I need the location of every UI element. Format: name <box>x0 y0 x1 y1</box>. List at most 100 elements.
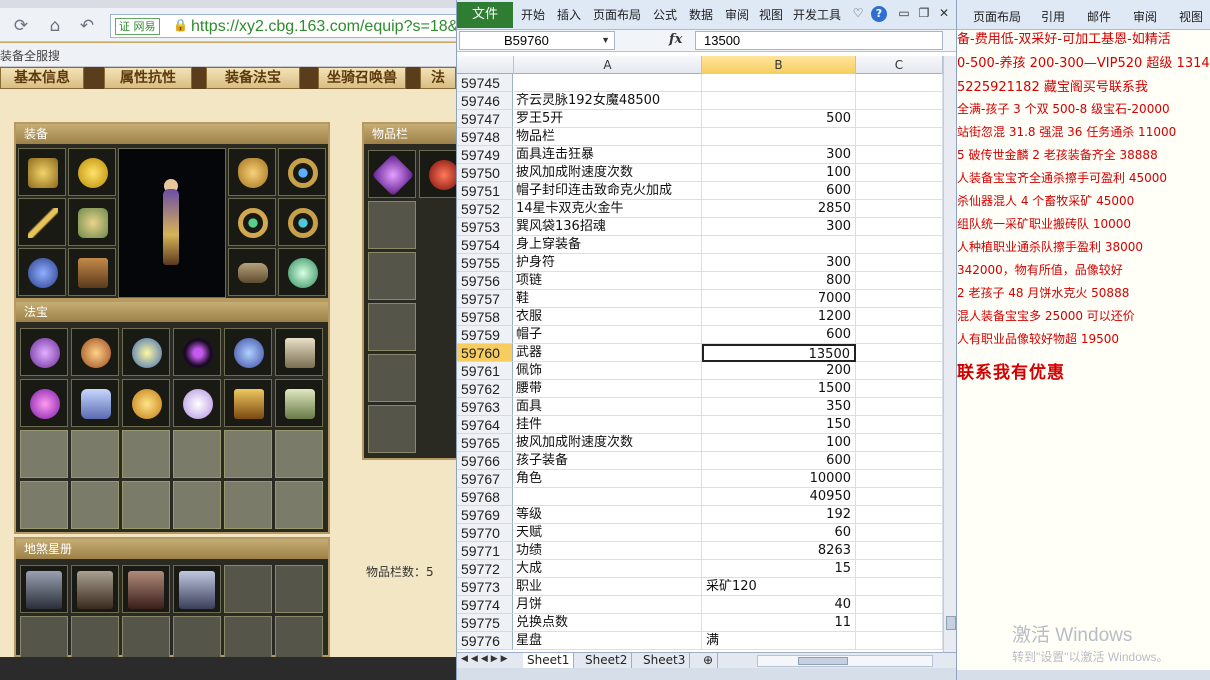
row-header[interactable]: 59753 <box>457 218 513 236</box>
cell-b[interactable]: 采矿120 <box>702 578 856 596</box>
word-tab-review[interactable]: 审阅 <box>1133 8 1157 25</box>
row-header[interactable]: 59759 <box>457 326 513 344</box>
fabao-slot-empty[interactable] <box>71 481 119 529</box>
tab-review[interactable]: 审阅 <box>725 6 749 23</box>
cell-b[interactable]: 2850 <box>702 200 856 218</box>
row-header[interactable]: 59776 <box>457 632 513 650</box>
tab-mounts[interactable]: 坐骑召唤兽 <box>318 67 406 89</box>
fabao-slot[interactable] <box>224 328 272 376</box>
cell-b[interactable]: 60 <box>702 524 856 542</box>
cell-b[interactable] <box>702 74 856 92</box>
cell-c[interactable] <box>856 200 943 218</box>
cell-c[interactable] <box>856 308 943 326</box>
cell-c[interactable] <box>856 254 943 272</box>
fabao-slot-empty[interactable] <box>224 430 272 478</box>
fabao-slot[interactable] <box>122 328 170 376</box>
cell-c[interactable] <box>856 524 943 542</box>
minimize-icon[interactable]: ▭ <box>897 6 911 22</box>
cell-b[interactable]: 600 <box>702 452 856 470</box>
equip-slot-ring-2[interactable] <box>278 198 326 246</box>
fabao-slot[interactable] <box>122 379 170 427</box>
row-header[interactable]: 59761 <box>457 362 513 380</box>
cell-a[interactable]: 星盘 <box>514 632 702 650</box>
cell-c[interactable] <box>856 362 943 380</box>
cell-b[interactable]: 200 <box>702 362 856 380</box>
bag-slot-empty[interactable] <box>368 252 416 300</box>
equip-slot-boots[interactable] <box>68 248 116 296</box>
cell-b[interactable]: 100 <box>702 434 856 452</box>
cell-a[interactable] <box>514 488 702 506</box>
tab-home[interactable]: 开始 <box>521 6 545 23</box>
cell-b[interactable]: 500 <box>702 110 856 128</box>
equip-slot-mask[interactable] <box>228 148 276 196</box>
equip-slot-pendant[interactable] <box>18 248 66 296</box>
insert-sheet-icon[interactable]: ⊕ <box>699 653 719 669</box>
cell-c[interactable] <box>856 434 943 452</box>
star-card-slot[interactable] <box>20 565 68 613</box>
bag-slot-empty[interactable] <box>368 354 416 402</box>
fabao-slot-empty[interactable] <box>20 481 68 529</box>
row-header[interactable]: 59770 <box>457 524 513 542</box>
cell-b[interactable]: 40950 <box>702 488 856 506</box>
fabao-slot[interactable] <box>275 328 323 376</box>
sheet-tab-2[interactable]: Sheet2 <box>581 653 633 669</box>
cell-b[interactable]: 15 <box>702 560 856 578</box>
fabao-slot-empty[interactable] <box>20 430 68 478</box>
row-header[interactable]: 59749 <box>457 146 513 164</box>
sheet-tab-3[interactable]: Sheet3 <box>639 653 691 669</box>
bag-slot[interactable] <box>419 150 456 198</box>
cell-a[interactable]: 孩子装备 <box>514 452 702 470</box>
row-header[interactable]: 59757 <box>457 290 513 308</box>
cell-a[interactable] <box>514 74 702 92</box>
chevron-down-icon[interactable]: ▼ <box>601 32 610 49</box>
cell-c[interactable] <box>856 128 943 146</box>
cell-a[interactable]: 鞋 <box>514 290 702 308</box>
fabao-slot[interactable] <box>173 379 221 427</box>
fabao-slot-empty[interactable] <box>71 430 119 478</box>
equip-slot-weapon[interactable] <box>18 198 66 246</box>
cell-b[interactable]: 11 <box>702 614 856 632</box>
cell-b[interactable]: 150 <box>702 416 856 434</box>
fabao-slot[interactable] <box>20 328 68 376</box>
cell-a[interactable]: 帽子 <box>514 326 702 344</box>
cell-a[interactable]: 大成 <box>514 560 702 578</box>
cell-c[interactable] <box>856 92 943 110</box>
column-header-a[interactable]: A <box>514 56 702 74</box>
tab-view[interactable]: 视图 <box>759 6 783 23</box>
cell-a[interactable]: 兑换点数 <box>514 614 702 632</box>
word-tab-view[interactable]: 视图 <box>1179 8 1203 25</box>
document-page[interactable]: 备-费用低-双采好-可加工基恩-如精活 0-500-养孩 200-300—VIP… <box>957 30 1210 680</box>
vertical-scrollbar[interactable] <box>943 56 956 652</box>
cell-b[interactable]: 800 <box>702 272 856 290</box>
cell-b[interactable]: 1500 <box>702 380 856 398</box>
scrollbar-thumb[interactable] <box>946 616 956 630</box>
cell-c[interactable] <box>856 470 943 488</box>
star-card-slot-empty[interactable] <box>224 565 272 613</box>
cell-c[interactable] <box>856 110 943 128</box>
cell-b[interactable] <box>702 128 856 146</box>
row-header[interactable]: 59766 <box>457 452 513 470</box>
help-icon[interactable]: ? <box>871 6 887 22</box>
refresh-icon[interactable]: ⟳ <box>10 15 32 37</box>
cell-c[interactable] <box>856 326 943 344</box>
equip-slot-cape[interactable] <box>18 148 66 196</box>
restore-icon[interactable]: ❐ <box>917 6 931 22</box>
cell-b[interactable]: 300 <box>702 146 856 164</box>
cell-c[interactable] <box>856 542 943 560</box>
equip-slot-ring-1[interactable] <box>278 148 326 196</box>
row-header[interactable]: 59760 <box>457 344 513 362</box>
home-icon[interactable]: ⌂ <box>44 15 66 37</box>
certificate-badge[interactable]: 证 网易 <box>115 18 160 35</box>
fabao-slot-empty[interactable] <box>275 481 323 529</box>
cell-c[interactable] <box>856 560 943 578</box>
cell-c[interactable] <box>856 506 943 524</box>
row-header[interactable]: 59771 <box>457 542 513 560</box>
tab-formulas[interactable]: 公式 <box>653 6 677 23</box>
cell-c[interactable] <box>856 596 943 614</box>
row-header[interactable]: 59763 <box>457 398 513 416</box>
fabao-slot[interactable] <box>20 379 68 427</box>
cell-a[interactable]: 罗王5开 <box>514 110 702 128</box>
back-icon[interactable]: ↶ <box>76 15 98 37</box>
cell-c[interactable] <box>856 146 943 164</box>
address-bar[interactable]: 证 网易 🔒 https://xy2.cbg.163.com/equip?s=1… <box>110 14 456 38</box>
